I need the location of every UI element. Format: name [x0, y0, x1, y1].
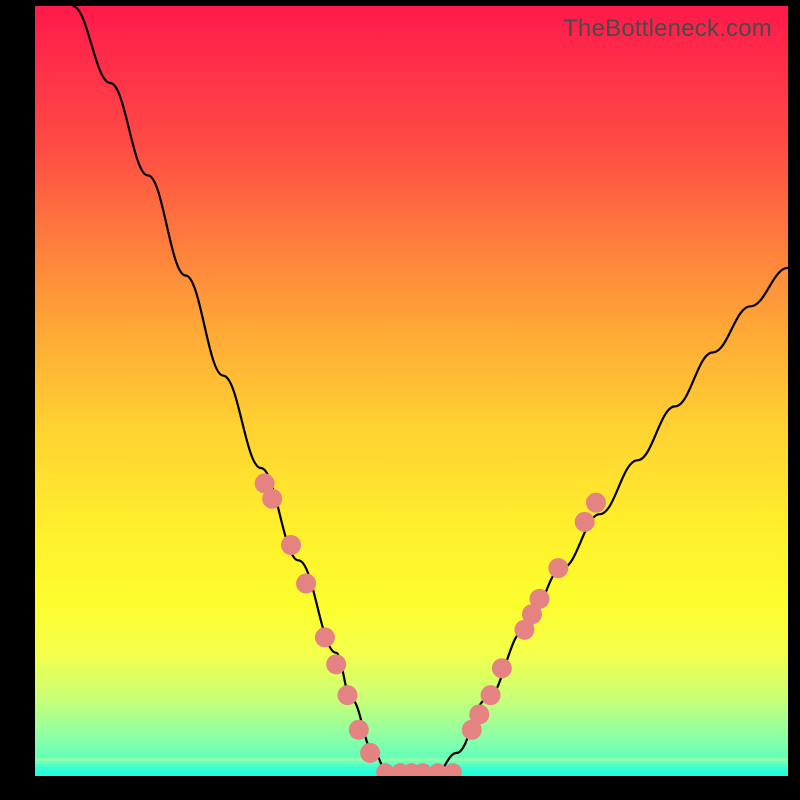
watermark-text: TheBottleneck.com	[563, 15, 772, 43]
curve-marker	[360, 743, 380, 763]
curve-marker	[349, 720, 369, 740]
curve-marker	[575, 512, 595, 532]
curve-marker	[481, 685, 501, 705]
curve-marker	[315, 627, 335, 647]
curve-marker	[281, 535, 301, 555]
plot-area: TheBottleneck.com	[35, 6, 788, 776]
curve-marker	[444, 763, 462, 776]
curve-marker	[262, 489, 282, 509]
curve-marker	[586, 493, 606, 513]
curve-marker	[326, 654, 346, 674]
curve-marker	[548, 558, 568, 578]
curve-marker	[337, 685, 357, 705]
curve-marker	[469, 704, 489, 724]
curve-marker	[530, 589, 550, 609]
curve-marker	[492, 658, 512, 678]
curve-marker	[296, 574, 316, 594]
chart-container: TheBottleneck.com	[0, 0, 800, 800]
curve-markers	[35, 6, 788, 776]
